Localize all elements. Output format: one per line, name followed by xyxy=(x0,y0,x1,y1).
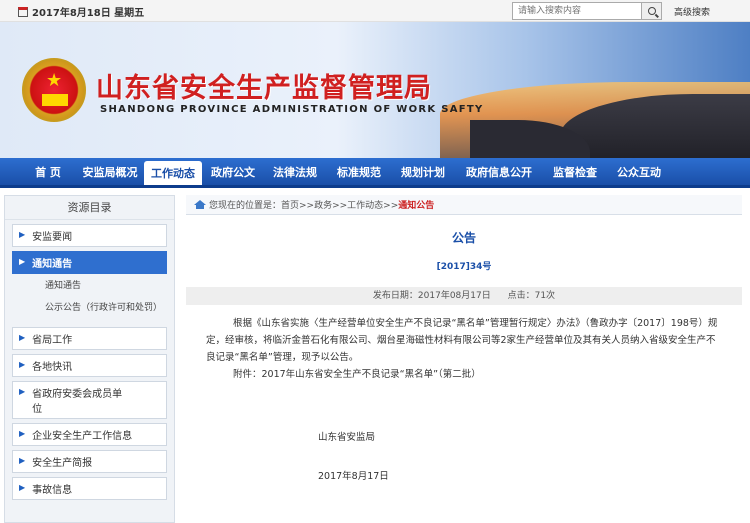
sidebar-item-label: 省局工作 xyxy=(32,335,73,346)
click-count: 点击：71次 xyxy=(507,291,556,301)
sidebar-item-accidents[interactable]: ▶ 事故信息 xyxy=(12,477,167,500)
article-body: 根据《山东省实施〈生产经营单位安全生产不良记录“黑名单”管理暂行规定〉办法》（鲁… xyxy=(186,305,742,485)
sidebar-item-label: 通知通告 xyxy=(32,259,73,270)
calendar-icon xyxy=(18,6,28,17)
main-nav: 首 页 安监局概况 工作动态 政府公文 法律法规 标准规范 规划计划 政府信息公… xyxy=(0,158,750,188)
sidebar-subitem-notices[interactable]: 通知通告 xyxy=(45,274,165,293)
breadcrumb-current[interactable]: 通知公告 xyxy=(398,198,434,211)
date-display: 2017年8月18日 星期五 xyxy=(18,4,144,19)
arrow-right-icon: ▶ xyxy=(19,387,26,396)
attachment-link[interactable]: 附件：2017年山东省安全生产不良记录“黑名单”（第二批） xyxy=(206,366,722,383)
date-text: 2017年8月18日 星期五 xyxy=(32,8,145,19)
article-paragraph: 根据《山东省实施〈生产经营单位安全生产不良记录“黑名单”管理暂行规定〉办法》（鲁… xyxy=(206,318,718,363)
arrow-right-icon: ▶ xyxy=(19,456,26,465)
breadcrumb: 您现在的位置是：首页>>政务>>工作动态>> 通知公告 xyxy=(186,195,742,215)
national-emblem-logo[interactable]: ★ xyxy=(22,58,86,122)
site-title[interactable]: 山东省安全生产监督管理局 xyxy=(96,66,432,105)
article-title: 公告 xyxy=(451,231,476,245)
article-meta: 发布日期：2017年08月17日 点击：71次 xyxy=(186,287,742,305)
nav-standards[interactable]: 标准规范 xyxy=(328,158,390,185)
sidebar-item-label: 企业安全生产工作信息 xyxy=(32,431,133,442)
sidebar-item-label: 事故信息 xyxy=(32,485,73,496)
site-title-english: SHANDONG PROVINCE ADMINISTRATION OF WORK… xyxy=(100,104,484,115)
arrow-right-icon: ▶ xyxy=(19,360,26,369)
nav-plans[interactable]: 规划计划 xyxy=(392,158,454,185)
signer: 山东省安监局 xyxy=(318,432,376,443)
sidebar-item-bureau-work[interactable]: ▶ 省局工作 xyxy=(12,327,167,350)
nav-about[interactable]: 安监局概况 xyxy=(78,158,142,185)
sidebar-title: 资源目录 xyxy=(5,196,174,220)
sidebar-item-local-news[interactable]: ▶ 各地快讯 xyxy=(12,354,167,377)
home-icon xyxy=(194,200,206,209)
sidebar-item-news[interactable]: ▶ 安监要闻 xyxy=(12,224,167,247)
arrow-right-icon: ▶ xyxy=(19,257,26,266)
nav-interaction[interactable]: 公众互动 xyxy=(608,158,670,185)
sidebar-item-label: 各地快讯 xyxy=(32,362,73,373)
sidebar-item-notices[interactable]: ▶ 通知通告 xyxy=(12,251,167,274)
nav-home[interactable]: 首 页 xyxy=(20,158,76,185)
sidebar-subitem-announcements[interactable]: 公示公告（行政许可和处罚） xyxy=(45,293,165,315)
sidebar-item-label: 安监要闻 xyxy=(32,232,73,243)
search-button[interactable] xyxy=(641,3,661,19)
sidebar-item-label: 省政府安委会成员单位 xyxy=(32,389,123,415)
nav-official-docs[interactable]: 政府公文 xyxy=(204,158,262,185)
document-number: [2017]34号 xyxy=(436,262,492,272)
publish-date: 发布日期：2017年08月17日 xyxy=(372,291,491,301)
sidebar-item-enterprise-info[interactable]: ▶ 企业安全生产工作信息 xyxy=(12,423,167,446)
search-box xyxy=(512,2,662,20)
nav-info-disclosure[interactable]: 政府信息公开 xyxy=(456,158,542,185)
sidebar-item-committee[interactable]: ▶ 省政府安委会成员单位 xyxy=(12,381,167,419)
search-input[interactable] xyxy=(513,3,641,19)
arrow-right-icon: ▶ xyxy=(19,483,26,492)
arrow-right-icon: ▶ xyxy=(19,230,26,239)
sidebar-item-briefing[interactable]: ▶ 安全生产简报 xyxy=(12,450,167,473)
nav-work-news[interactable]: 工作动态 xyxy=(144,161,202,185)
breadcrumb-path[interactable]: 您现在的位置是：首页>>政务>>工作动态>> xyxy=(209,198,398,211)
advanced-search-link[interactable]: 高级搜索 xyxy=(674,5,710,18)
sidebar-item-label: 安全生产简报 xyxy=(32,458,93,469)
banner: ★ 山东省安全生产监督管理局 SHANDONG PROVINCE ADMINIS… xyxy=(0,22,750,158)
sidebar: 资源目录 ▶ 安监要闻 ▶ 通知通告 通知通告 公示公告（行政许可和处罚） ▶ … xyxy=(4,195,175,523)
top-bar: 2017年8月18日 星期五 高级搜索 xyxy=(0,0,750,22)
nav-laws[interactable]: 法律法规 xyxy=(264,158,326,185)
arrow-right-icon: ▶ xyxy=(19,333,26,342)
main-content: 您现在的位置是：首页>>政务>>工作动态>> 通知公告 公告 [2017]34号… xyxy=(186,195,742,523)
search-icon xyxy=(647,7,656,15)
nav-inspection[interactable]: 监督检查 xyxy=(544,158,606,185)
sign-date: 2017年8月17日 xyxy=(318,471,389,482)
arrow-right-icon: ▶ xyxy=(19,429,26,438)
